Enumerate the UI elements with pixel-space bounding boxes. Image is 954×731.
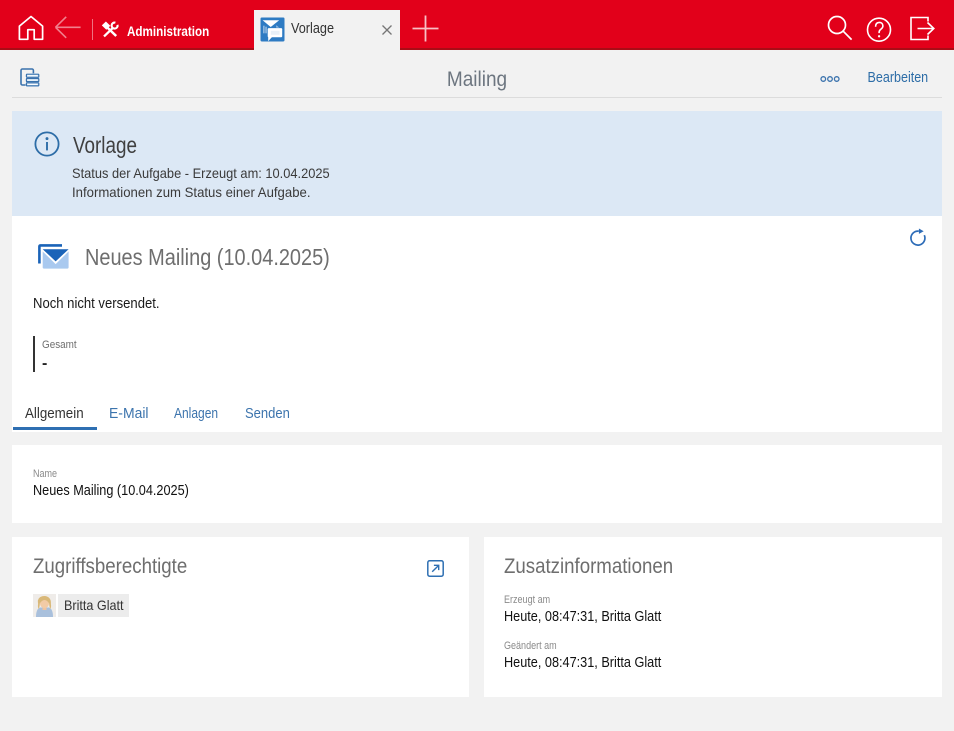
active-tab-underline [12, 427, 97, 430]
dossier-button[interactable] [20, 68, 40, 88]
close-icon [382, 25, 392, 35]
tab-email[interactable]: E-Mail [109, 405, 149, 422]
more-options-button[interactable] [820, 75, 840, 83]
active-tab-vorlage[interactable]: Vorlage [254, 10, 400, 50]
popout-button[interactable] [426, 560, 444, 577]
top-bar: Administration Vorlage [0, 0, 954, 50]
stat-gesamt: Gesamt - [33, 336, 81, 372]
toolbar-separator [12, 97, 942, 98]
app-label: Administration [127, 23, 210, 39]
stat-label: Gesamt [42, 339, 77, 351]
banner-title: Vorlage [73, 132, 137, 158]
back-button[interactable] [54, 16, 81, 39]
home-icon [18, 15, 44, 41]
more-options-icon [820, 75, 840, 82]
banner-text: Status der Aufgabe - Erzeugt am: 10.04.2… [72, 164, 353, 201]
help-icon [866, 17, 892, 42]
vorlage-tab-icon [260, 17, 285, 42]
edit-button[interactable]: Bearbeiten [867, 70, 928, 86]
created-value: Heute, 08:47:31, Britta Glatt [504, 608, 662, 625]
member-chip[interactable]: Britta Glatt [33, 594, 129, 617]
toolbar: Mailing Bearbeiten [0, 50, 954, 98]
info-card-title: Zusatzinformationen [504, 554, 674, 578]
home-button[interactable] [17, 14, 45, 42]
stat-value: - [42, 355, 48, 372]
created-label: Erzeugt am [504, 594, 551, 606]
name-card: Name Neues Mailing (10.04.2025) [12, 445, 942, 523]
avatar-britta-glatt [33, 594, 56, 617]
tab-senden[interactable]: Senden [245, 405, 290, 422]
topbar-divider [92, 19, 93, 40]
record-section: Neues Mailing (10.04.2025) Noch nicht ve… [12, 216, 942, 432]
record-status: Noch nicht versendet. [33, 295, 160, 313]
new-tab-button[interactable] [412, 15, 439, 42]
help-button[interactable] [866, 17, 892, 43]
mailing-envelope-icon [37, 243, 69, 271]
additional-info-card: Zusatzinformationen Erzeugt am Heute, 08… [484, 537, 942, 697]
tools-icon [101, 21, 120, 38]
plus-icon [412, 15, 439, 42]
name-field-label: Name [33, 468, 58, 480]
back-arrow-icon [54, 16, 81, 39]
info-banner: Vorlage Status der Aufgabe - Erzeugt am:… [12, 111, 942, 216]
document-stack-icon [20, 68, 40, 87]
tab-close-button[interactable] [378, 21, 396, 39]
name-field-value: Neues Mailing (10.04.2025) [33, 482, 189, 499]
logout-icon [910, 16, 935, 41]
page-title: Mailing [446, 68, 508, 91]
modified-label: Geändert am [504, 640, 557, 652]
tab-anlagen[interactable]: Anlagen [174, 405, 218, 422]
external-link-icon [426, 560, 444, 577]
tab-allgemein[interactable]: Allgemein [25, 405, 84, 422]
record-title: Neues Mailing (10.04.2025) [85, 244, 330, 270]
info-icon [34, 130, 60, 157]
access-card-title: Zugriffsberechtigte [33, 554, 188, 578]
logout-button[interactable] [909, 16, 936, 41]
modified-value: Heute, 08:47:31, Britta Glatt [504, 655, 662, 671]
access-card: Zugriffsberechtigte Britta Glatt [12, 537, 469, 697]
refresh-icon [910, 228, 926, 246]
refresh-button[interactable] [909, 228, 927, 247]
search-icon [827, 15, 853, 41]
banner-line2: Informationen zum Status einer Aufgabe. [71, 183, 310, 200]
tab-label: Vorlage [291, 20, 334, 37]
banner-line1: Status der Aufgabe - Erzeugt am: 10.04.2… [71, 165, 330, 181]
member-chip-label: Britta Glatt [58, 594, 129, 617]
search-button[interactable] [827, 15, 853, 41]
